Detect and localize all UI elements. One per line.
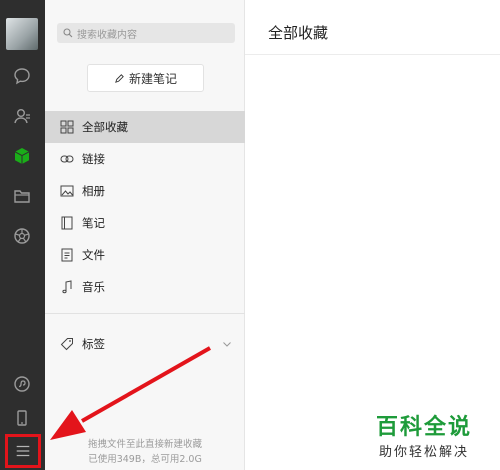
nav-item-label: 全部收藏	[82, 120, 128, 134]
drag-hint: 拖拽文件至此直接新建收藏	[87, 439, 202, 450]
search-placeholder: 搜索收藏内容	[77, 29, 137, 41]
mini-program-icon[interactable]	[10, 372, 34, 396]
phone-icon[interactable]	[10, 406, 34, 430]
pen-icon	[115, 73, 124, 83]
tags-label: 标签	[82, 337, 105, 351]
favorites-nav: 全部收藏 链接 相册 笔记 文件 音乐	[45, 111, 245, 303]
header-divider	[245, 54, 500, 55]
search-icon	[63, 28, 73, 38]
nav-item-label: 相册	[82, 184, 105, 198]
contacts-icon[interactable]	[10, 104, 34, 128]
new-note-button[interactable]: 新建笔记	[87, 64, 204, 92]
favorites-cube-icon[interactable]	[10, 144, 34, 168]
menu-icon[interactable]	[14, 442, 32, 460]
search-box[interactable]: 搜索收藏内容	[57, 23, 235, 43]
chat-icon[interactable]	[10, 64, 34, 88]
moments-icon[interactable]	[10, 224, 34, 248]
music-icon	[62, 280, 72, 294]
tag-icon	[60, 338, 73, 351]
grid-icon	[60, 120, 74, 134]
divider	[45, 313, 245, 314]
nav-item-album[interactable]: 相册	[45, 175, 245, 207]
menu-highlight-box	[5, 434, 41, 468]
image-icon	[60, 185, 74, 197]
watermark-subtitle: 助你轻松解决	[379, 445, 470, 460]
nav-item-links[interactable]: 链接	[45, 143, 245, 175]
file-icon	[61, 248, 73, 262]
nav-item-all[interactable]: 全部收藏	[45, 111, 245, 143]
nav-item-files[interactable]: 文件	[45, 239, 245, 271]
tags-section[interactable]: 标签	[45, 329, 245, 359]
favorites-panel: 搜索收藏内容 新建笔记 全部收藏 链接 相册 笔记 文件 音乐 标签 拖拽文件至…	[45, 0, 245, 470]
watermark: 百科全说 助你轻松解决	[366, 405, 490, 465]
avatar[interactable]	[6, 18, 38, 50]
nav-item-notes[interactable]: 笔记	[45, 207, 245, 239]
storage-usage: 已使用349B，总可用2.0G	[88, 454, 202, 465]
nav-item-label: 笔记	[82, 216, 105, 230]
nav-item-label: 链接	[82, 152, 105, 166]
nav-item-label: 文件	[82, 248, 105, 262]
storage-footer: 拖拽文件至此直接新建收藏 已使用349B，总可用2.0G	[45, 437, 245, 467]
new-note-label: 新建笔记	[128, 71, 177, 86]
nav-item-music[interactable]: 音乐	[45, 271, 245, 303]
nav-item-label: 音乐	[82, 280, 105, 294]
folder-icon[interactable]	[10, 184, 34, 208]
note-icon	[61, 216, 73, 230]
link-icon	[60, 155, 74, 163]
left-rail	[0, 0, 45, 470]
watermark-title: 百科全说	[376, 415, 473, 440]
chevron-down-icon[interactable]	[221, 338, 233, 350]
page-title: 全部收藏	[268, 24, 329, 42]
